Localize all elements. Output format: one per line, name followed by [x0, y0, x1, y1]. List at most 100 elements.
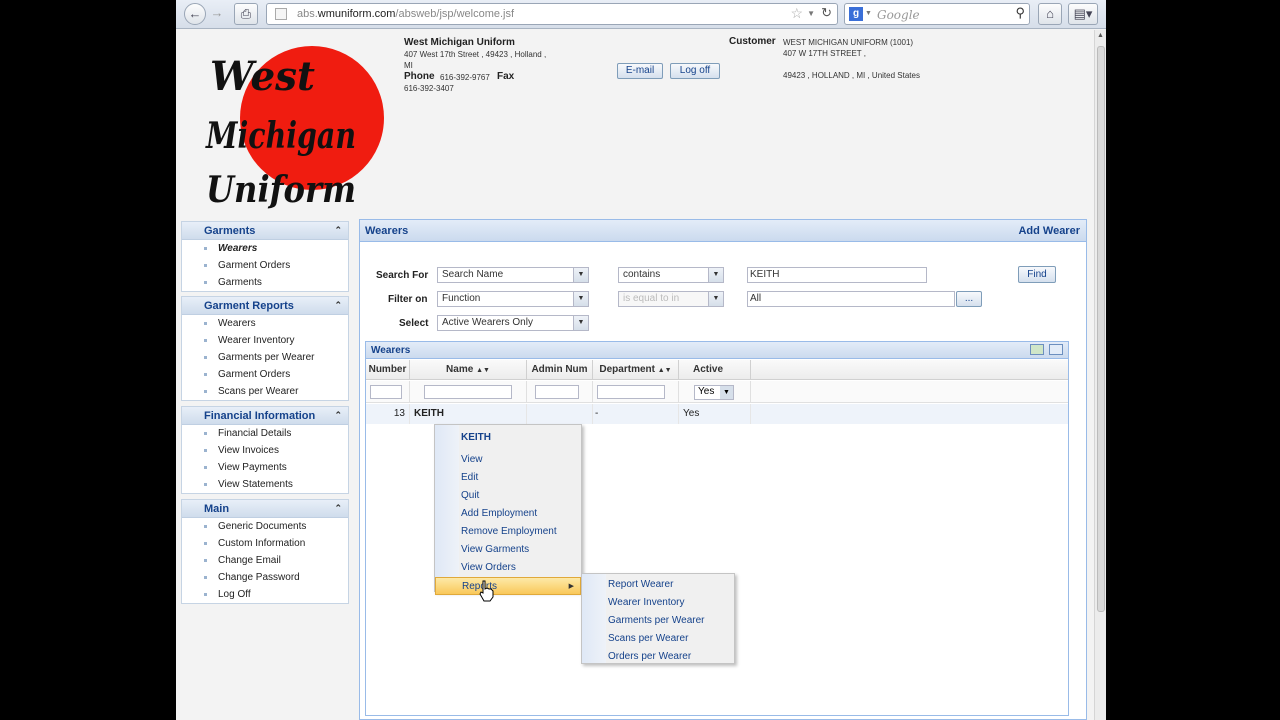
sidebar-section-header[interactable]: Financial Information ⌃: [182, 407, 348, 425]
sidebar-section-header[interactable]: Garments ⌃: [182, 222, 348, 240]
col-number[interactable]: Number: [366, 360, 410, 380]
forward-button[interactable]: →: [208, 3, 226, 25]
bookmark-star-icon[interactable]: ☆: [790, 5, 803, 22]
sidebar-section-header[interactable]: Garment Reports ⌃: [182, 297, 348, 315]
sidebar-item[interactable]: Change Password: [182, 569, 348, 586]
company-logo: West Michigan Uniform: [204, 46, 384, 210]
reload-icon[interactable]: ↻: [821, 5, 832, 21]
sidebar-item[interactable]: Garment Orders: [182, 257, 348, 274]
vertical-scrollbar[interactable]: ▲: [1094, 30, 1106, 720]
context-menu-item[interactable]: Edit: [435, 469, 581, 487]
context-menu-item[interactable]: View Garments: [435, 541, 581, 559]
submenu-item[interactable]: Wearer Inventory: [582, 594, 685, 612]
scrollbar-thumb[interactable]: [1097, 46, 1105, 612]
active-filter-dropdown[interactable]: Yes ▼: [694, 385, 734, 400]
history-dropdown-icon[interactable]: ▼: [807, 9, 815, 18]
search-field-select[interactable]: Search Name ▼: [437, 267, 589, 283]
grid-settings-icon[interactable]: [1049, 344, 1063, 355]
number-filter-input[interactable]: [370, 385, 402, 399]
sidebar-section-3: Main ⌃ Generic Documents Custom Information…: [181, 499, 349, 604]
context-menu-item[interactable]: View: [435, 451, 581, 469]
address-bar[interactable]: abs.wmuniform.com/absweb/jsp/welcome.jsf…: [266, 3, 838, 25]
col-name[interactable]: Name ▲▼: [410, 360, 527, 380]
name-filter-input[interactable]: [424, 385, 512, 399]
chevron-down-icon: ▼: [573, 292, 588, 306]
active-filter-select[interactable]: Active Wearers Only ▼: [437, 315, 589, 331]
sidebar-section-0: Garments ⌃ Wearers Garment Orders Garments: [181, 221, 349, 292]
sidebar-item[interactable]: Generic Documents: [182, 518, 348, 535]
add-wearer-link[interactable]: Add Wearer: [1018, 225, 1080, 237]
chevron-down-icon: ▼: [708, 292, 723, 306]
sidebar-item[interactable]: View Payments: [182, 459, 348, 476]
filter-value-text: All: [750, 293, 762, 304]
sidebar-item[interactable]: Financial Details: [182, 425, 348, 442]
operator-select[interactable]: contains ▼: [618, 267, 724, 283]
department-filter-input[interactable]: [597, 385, 665, 399]
scroll-up-icon[interactable]: ▲: [1097, 32, 1104, 39]
search-bar[interactable]: g ▼ Google ⚲: [844, 3, 1030, 25]
menu-item-label: Add Employment: [461, 508, 538, 519]
sidebar-item[interactable]: Change Email: [182, 552, 348, 569]
web-page: West Michigan Uniform West Michigan Unif…: [176, 30, 1094, 720]
find-button[interactable]: Find: [1018, 266, 1056, 283]
sidebar-item[interactable]: Custom Information: [182, 535, 348, 552]
collapse-icon[interactable]: ⌃: [334, 225, 342, 236]
admin-filter-input[interactable]: [535, 385, 579, 399]
google-icon: g: [849, 7, 863, 21]
filter-value-input[interactable]: All: [747, 291, 955, 307]
sidebar-item[interactable]: Scans per Wearer: [182, 383, 348, 400]
col-admin-num[interactable]: Admin Num: [527, 360, 593, 380]
filter-cell-number: [366, 381, 410, 403]
search-icon[interactable]: ⚲: [1015, 5, 1025, 21]
company-address: 407 West 17th Street , 49423 , Holland ,: [404, 50, 547, 59]
sidebar-item[interactable]: Garments: [182, 274, 348, 291]
collapse-icon[interactable]: ⌃: [334, 300, 342, 311]
cell-name: KEITH: [410, 404, 527, 424]
sidebar-item[interactable]: View Invoices: [182, 442, 348, 459]
back-button[interactable]: ←: [184, 3, 206, 25]
logo-text-michigan: Michigan: [204, 115, 356, 157]
context-menu-item[interactable]: Quit: [435, 487, 581, 505]
sort-icon: ▲▼: [476, 367, 490, 374]
filter-field-select[interactable]: Function ▼: [437, 291, 589, 307]
sidebar-section-header[interactable]: Main ⌃: [182, 500, 348, 518]
submenu-item[interactable]: Garments per Wearer: [582, 612, 705, 630]
home-icon: ⌂: [1046, 6, 1054, 21]
chevron-down-icon: ▼: [708, 268, 723, 282]
sidebar-item[interactable]: Wearers: [182, 240, 348, 257]
export-excel-icon[interactable]: [1030, 344, 1044, 355]
sidebar-item[interactable]: Wearers: [182, 315, 348, 332]
home-button[interactable]: ⌂: [1038, 3, 1062, 25]
addons-button[interactable]: ▤▾: [1068, 3, 1098, 25]
filter-cell-filler: [751, 381, 1068, 403]
col-department[interactable]: Department ▲▼: [593, 360, 679, 380]
submenu-arrow-icon: ▶: [568, 583, 574, 590]
email-button[interactable]: E-mail: [617, 63, 663, 79]
sidebar-item[interactable]: Wearer Inventory: [182, 332, 348, 349]
grid-header: Wearers: [366, 342, 1068, 359]
context-menu-item[interactable]: Remove Employment: [435, 523, 581, 541]
context-menu-item[interactable]: Reports ▶: [435, 577, 581, 595]
search-text-input[interactable]: KEITH: [747, 267, 927, 283]
sidebar-item[interactable]: Log Off: [182, 586, 348, 603]
customer-street: 407 W 17TH STREET ,: [783, 49, 866, 58]
sidebar-item[interactable]: Garment Orders: [182, 366, 348, 383]
logoff-button[interactable]: Log off: [670, 63, 720, 79]
phone-label: Phone: [404, 71, 435, 82]
submenu-item[interactable]: Orders per Wearer: [582, 648, 691, 666]
context-menu-item[interactable]: View Orders: [435, 559, 581, 577]
col-department-label: Department: [599, 364, 655, 375]
collapse-icon[interactable]: ⌃: [334, 410, 342, 421]
sidebar-item[interactable]: Garments per Wearer: [182, 349, 348, 366]
submenu-item[interactable]: Report Wearer: [582, 576, 673, 594]
context-menu-item[interactable]: Add Employment: [435, 505, 581, 523]
filter-lookup-button[interactable]: ...: [956, 291, 982, 307]
print-button[interactable]: ⎙: [234, 3, 258, 25]
col-active[interactable]: Active: [679, 360, 751, 380]
submenu-item[interactable]: Scans per Wearer: [582, 630, 688, 648]
engine-dropdown-icon[interactable]: ▼: [865, 10, 872, 17]
sidebar-item[interactable]: View Statements: [182, 476, 348, 493]
collapse-icon[interactable]: ⌃: [334, 503, 342, 514]
menu-item-label: Quit: [461, 490, 480, 501]
filter-operator-select[interactable]: is equal to in ▼: [618, 291, 724, 307]
